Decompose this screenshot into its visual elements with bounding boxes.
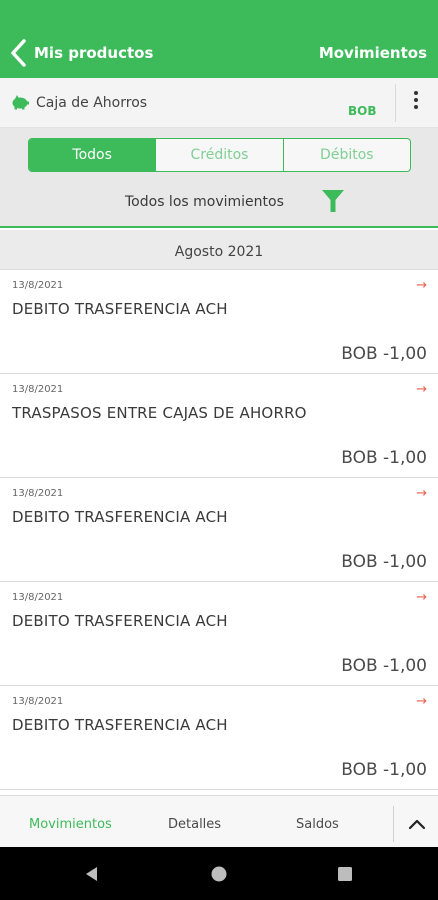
tab-saldos[interactable]: Saldos bbox=[296, 817, 339, 832]
segment-creditos[interactable]: Créditos bbox=[155, 139, 282, 171]
month-label: Agosto 2021 bbox=[174, 244, 264, 260]
transaction-row[interactable]: 13/8/2021 DEBITO TRASFERENCIA ACH → BOB … bbox=[0, 686, 438, 790]
transaction-date: 13/8/2021 bbox=[12, 592, 64, 603]
transaction-amount: BOB -1,00 bbox=[341, 344, 427, 364]
account-selector[interactable]: Caja de Ahorros BOB bbox=[0, 78, 438, 128]
segment-todos[interactable]: Todos bbox=[29, 139, 156, 171]
arrow-right-icon: → bbox=[416, 694, 427, 709]
transaction-description: DEBITO TRASFERENCIA ACH bbox=[12, 716, 228, 734]
home-circle-icon[interactable] bbox=[209, 864, 229, 884]
app-header: Mis productos Movimientos bbox=[0, 0, 438, 78]
piggy-bank-icon bbox=[12, 95, 29, 110]
system-navigation-bar bbox=[0, 847, 438, 900]
tab-movimientos[interactable]: Movimientos bbox=[29, 817, 112, 832]
transaction-amount: BOB -1,00 bbox=[341, 760, 427, 780]
transaction-amount: BOB -1,00 bbox=[341, 448, 427, 468]
transaction-description: TRASPASOS ENTRE CAJAS DE AHORRO bbox=[12, 404, 307, 422]
filter-label: Todos los movimientos bbox=[125, 194, 284, 210]
arrow-right-icon: → bbox=[416, 382, 427, 397]
recents-square-icon[interactable] bbox=[335, 864, 355, 884]
account-name: Caja de Ahorros bbox=[36, 95, 148, 111]
chevron-left-icon[interactable] bbox=[8, 38, 30, 68]
segment-control: Todos Créditos Débitos bbox=[28, 138, 411, 172]
transaction-list: 13/8/2021 DEBITO TRASFERENCIA ACH → BOB … bbox=[0, 270, 438, 790]
transaction-date: 13/8/2021 bbox=[12, 696, 64, 707]
transaction-amount: BOB -1,00 bbox=[341, 656, 427, 676]
transaction-row[interactable]: 13/8/2021 DEBITO TRASFERENCIA ACH → BOB … bbox=[0, 582, 438, 686]
transaction-description: DEBITO TRASFERENCIA ACH bbox=[12, 300, 228, 318]
more-options-icon[interactable] bbox=[404, 88, 428, 118]
transaction-date: 13/8/2021 bbox=[12, 280, 64, 291]
arrow-right-icon: → bbox=[416, 486, 427, 501]
transaction-row[interactable]: 13/8/2021 DEBITO TRASFERENCIA ACH → BOB … bbox=[0, 478, 438, 582]
chevron-up-icon[interactable] bbox=[404, 812, 430, 836]
funnel-icon[interactable] bbox=[321, 188, 345, 214]
transaction-row[interactable]: 13/8/2021 TRASPASOS ENTRE CAJAS DE AHORR… bbox=[0, 374, 438, 478]
account-currency: BOB bbox=[348, 104, 377, 118]
divider bbox=[393, 806, 394, 842]
transaction-amount: BOB -1,00 bbox=[341, 552, 427, 572]
filter-panel: Todos Créditos Débitos Todos los movimie… bbox=[0, 128, 438, 228]
month-header: Agosto 2021 bbox=[0, 230, 438, 270]
transaction-description: DEBITO TRASFERENCIA ACH bbox=[12, 612, 228, 630]
arrow-right-icon: → bbox=[416, 278, 427, 293]
divider bbox=[395, 84, 396, 122]
tab-detalles[interactable]: Detalles bbox=[168, 817, 221, 832]
transaction-row[interactable]: 13/8/2021 DEBITO TRASFERENCIA ACH → BOB … bbox=[0, 270, 438, 374]
bottom-tab-bar: Movimientos Detalles Saldos bbox=[0, 795, 438, 847]
page-title: Movimientos bbox=[318, 44, 427, 62]
segment-debitos[interactable]: Débitos bbox=[282, 139, 410, 171]
arrow-right-icon: → bbox=[416, 590, 427, 605]
transaction-date: 13/8/2021 bbox=[12, 488, 64, 499]
transaction-date: 13/8/2021 bbox=[12, 384, 64, 395]
back-button[interactable]: Mis productos bbox=[34, 44, 153, 62]
transaction-description: DEBITO TRASFERENCIA ACH bbox=[12, 508, 228, 526]
back-triangle-icon[interactable] bbox=[82, 864, 102, 884]
